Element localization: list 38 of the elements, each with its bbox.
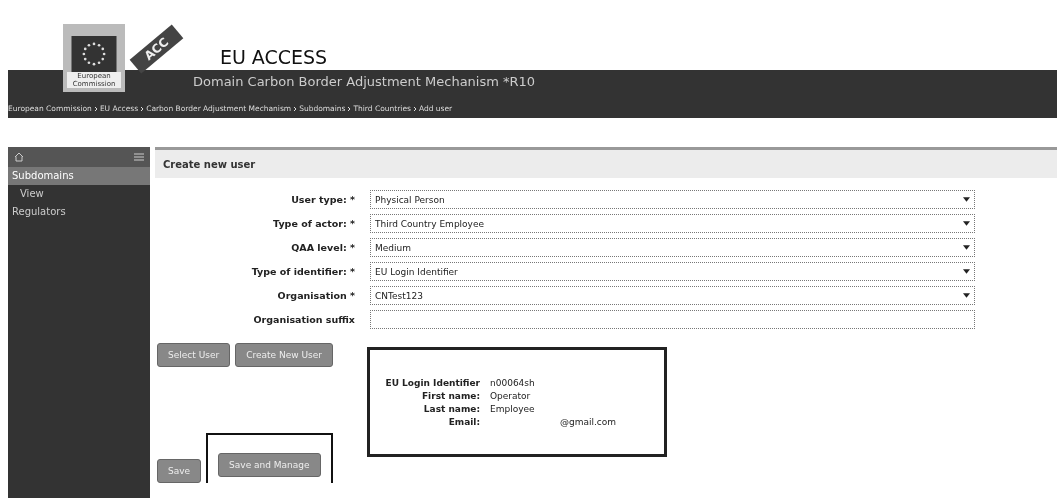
home-icon[interactable] [14, 152, 24, 162]
info-label: First name: [420, 390, 480, 401]
info-value: Operator [490, 390, 532, 401]
select-field[interactable]: CNTest123 [370, 286, 975, 305]
caret-icon [963, 269, 970, 274]
field-label: User type: * [290, 194, 355, 205]
field-label: Type of identifier: * [250, 266, 355, 277]
info-label: Email: [447, 416, 480, 427]
caret-icon [963, 221, 970, 226]
app-title: EU ACCESS [219, 46, 328, 68]
field-label: Organisation suffix [252, 314, 355, 325]
chevron-icon [140, 105, 145, 112]
sidebar-item[interactable]: Subdomains [8, 167, 150, 185]
field-label: Type of actor: * [272, 218, 355, 229]
info-label: EU Login Identifier [384, 377, 480, 388]
caret-icon [963, 245, 970, 250]
chevron-icon [93, 105, 98, 112]
sidebar-item[interactable]: View [8, 185, 150, 203]
select-field[interactable]: EU Login Identifier [370, 262, 975, 281]
caret-icon [963, 293, 970, 298]
info-value: @gmail.com [559, 416, 618, 427]
info-label: Last name: [422, 403, 480, 414]
sidebar-item[interactable]: Regulators [8, 203, 150, 221]
select-field[interactable]: Third Country Employee [370, 214, 975, 233]
chevron-icon [412, 105, 417, 112]
select-field[interactable]: Physical Person [370, 190, 975, 209]
caret-icon [963, 197, 970, 202]
page-title: Create new user [163, 158, 256, 170]
select-field[interactable]: Medium [370, 238, 975, 257]
info-value: Employee [490, 403, 536, 414]
menu-icon[interactable] [134, 153, 144, 161]
chevron-icon [293, 105, 298, 112]
info-value: n00064sh [490, 377, 536, 388]
field-label: Organisation * [276, 290, 355, 301]
chevron-icon [347, 105, 352, 112]
domain-subtitle: Domain Carbon Border Adjustment Mechanism *R10 [193, 74, 537, 89]
input-field[interactable] [370, 310, 975, 329]
field-label: QAA level: * [290, 242, 355, 253]
